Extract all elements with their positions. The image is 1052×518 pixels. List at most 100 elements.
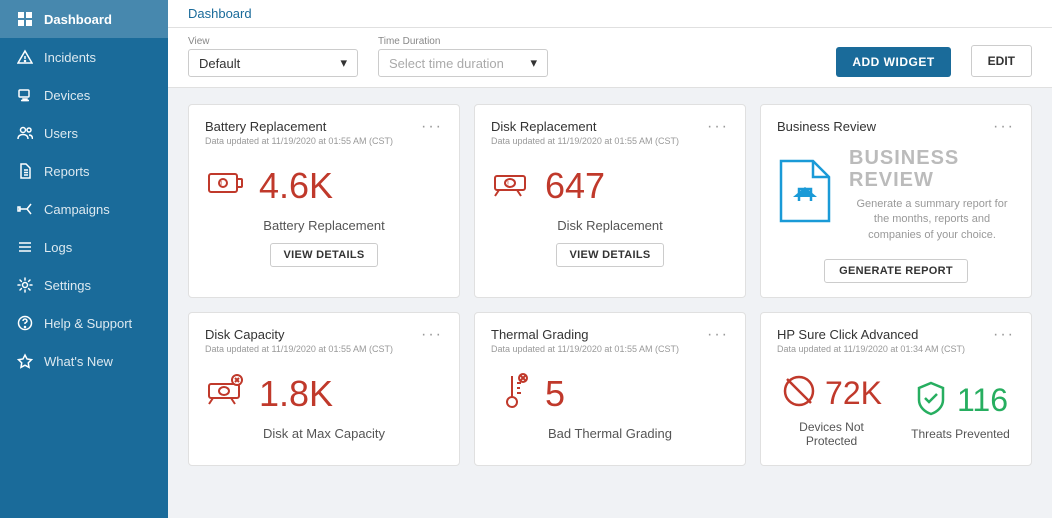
card-updated-disk-capacity: Data updated at 11/19/2020 at 01:55 AM (…: [205, 344, 393, 354]
view-value: Default: [199, 56, 240, 71]
sidebar-item-settings[interactable]: Settings: [0, 266, 168, 304]
metric-label-disk-capacity: Disk at Max Capacity: [205, 426, 443, 441]
add-widget-button[interactable]: ADD WIDGET: [836, 47, 950, 77]
sidebar-label-whats-new: What's New: [44, 354, 113, 369]
breadcrumb: Dashboard: [188, 6, 252, 21]
card-disk-capacity: Disk Capacity Data updated at 11/19/2020…: [188, 312, 460, 466]
sidebar-item-help[interactable]: Help & Support: [0, 304, 168, 342]
sidebar-item-incidents[interactable]: Incidents: [0, 38, 168, 76]
edit-button[interactable]: EDIT: [971, 45, 1032, 77]
campaigns-icon: [16, 200, 34, 218]
card-menu-battery[interactable]: ···: [421, 119, 443, 135]
metric-label-thermal: Bad Thermal Grading: [491, 426, 729, 441]
topbar: Dashboard: [168, 0, 1052, 28]
card-header-disk-capacity: Disk Capacity Data updated at 11/19/2020…: [205, 327, 443, 354]
card-updated-thermal: Data updated at 11/19/2020 at 01:55 AM (…: [491, 344, 679, 354]
card-menu-hp-sure-click[interactable]: ···: [993, 327, 1015, 343]
time-duration-label: Time Duration: [378, 36, 548, 47]
business-review-title: BUSINESS REVIEW: [849, 147, 1015, 191]
metric-label-disk-replacement: Disk Replacement: [491, 218, 729, 233]
card-updated-disk-replacement: Data updated at 11/19/2020 at 01:55 AM (…: [491, 136, 679, 146]
card-menu-disk-replacement[interactable]: ···: [707, 119, 729, 135]
card-header-business-review: Business Review ···: [777, 119, 1015, 135]
metric-value-devices-not-protected: 72K: [825, 375, 882, 412]
metric-value-battery: 4.6K: [259, 168, 333, 204]
card-header-thermal: Thermal Grading Data updated at 11/19/20…: [491, 327, 729, 354]
metric-battery: ! 4.6K: [205, 162, 443, 210]
metric-value-disk-capacity: 1.8K: [259, 376, 333, 412]
thermal-icon: [491, 370, 533, 418]
devices-icon: [16, 86, 34, 104]
metric-disk-replacement: ! 647: [491, 162, 729, 210]
sidebar-label-reports: Reports: [44, 164, 90, 179]
users-icon: [16, 124, 34, 142]
sidebar-item-devices[interactable]: Devices: [0, 76, 168, 114]
toolbar: View Default ▾ Time Duration Select time…: [168, 28, 1052, 88]
dashboard-content: Battery Replacement Data updated at 11/1…: [168, 88, 1052, 518]
card-title-business-review: Business Review: [777, 119, 876, 134]
svg-text:!: !: [507, 181, 509, 188]
dashboard-icon: [16, 10, 34, 28]
time-duration-placeholder: Select time duration: [389, 56, 504, 71]
view-details-button-battery[interactable]: VIEW DETAILS: [270, 243, 377, 267]
sidebar-item-users[interactable]: Users: [0, 114, 168, 152]
time-duration-select[interactable]: Select time duration ▾: [378, 49, 548, 77]
sidebar-label-users: Users: [44, 126, 78, 141]
card-title-disk-capacity: Disk Capacity: [205, 327, 393, 342]
main-content: Dashboard View Default ▾ Time Duration S…: [168, 0, 1052, 518]
disk-capacity-icon: [205, 370, 247, 418]
card-battery-replacement: Battery Replacement Data updated at 11/1…: [188, 104, 460, 298]
settings-icon: [16, 276, 34, 294]
card-menu-disk-capacity[interactable]: ···: [421, 327, 443, 343]
sidebar-label-settings: Settings: [44, 278, 91, 293]
threats-prevented-icon: [913, 380, 949, 421]
card-header-hp-sure-click: HP Sure Click Advanced Data updated at 1…: [777, 327, 1015, 354]
sidebar-item-logs[interactable]: Logs: [0, 228, 168, 266]
chevron-down-icon: ▾: [340, 55, 347, 71]
sidebar-item-campaigns[interactable]: Campaigns: [0, 190, 168, 228]
card-menu-business-review[interactable]: ···: [993, 119, 1015, 135]
time-duration-group: Time Duration Select time duration ▾: [378, 36, 548, 77]
card-menu-thermal[interactable]: ···: [707, 327, 729, 343]
generate-report-button[interactable]: GENERATE REPORT: [824, 259, 968, 283]
sidebar-item-whats-new[interactable]: What's New: [0, 342, 168, 380]
battery-icon: !: [205, 162, 247, 210]
sidebar-item-dashboard[interactable]: Dashboard: [0, 0, 168, 38]
chevron-down-icon-time: ▾: [530, 55, 537, 71]
card-header-disk-replacement: Disk Replacement Data updated at 11/19/2…: [491, 119, 729, 146]
view-details-button-disk-replacement[interactable]: VIEW DETAILS: [556, 243, 663, 267]
card-title-thermal: Thermal Grading: [491, 327, 679, 342]
sidebar-label-devices: Devices: [44, 88, 90, 103]
logs-icon: [16, 238, 34, 256]
cards-row-2: Disk Capacity Data updated at 11/19/2020…: [188, 312, 1032, 466]
business-review-doc-icon: [777, 159, 833, 232]
whats-new-icon: [16, 352, 34, 370]
help-icon: [16, 314, 34, 332]
card-disk-replacement: Disk Replacement Data updated at 11/19/2…: [474, 104, 746, 298]
view-select[interactable]: Default ▾: [188, 49, 358, 77]
metric-value-thermal: 5: [545, 376, 565, 412]
sidebar-item-reports[interactable]: Reports: [0, 152, 168, 190]
metric-value-threats-prevented: 116: [957, 382, 1008, 419]
card-updated-battery: Data updated at 11/19/2020 at 01:55 AM (…: [205, 136, 393, 146]
sidebar-label-incidents: Incidents: [44, 50, 96, 65]
sidebar-label-help: Help & Support: [44, 316, 132, 331]
reports-icon: [16, 162, 34, 180]
metric-value-disk-replacement: 647: [545, 168, 605, 204]
card-header-battery: Battery Replacement Data updated at 11/1…: [205, 119, 443, 146]
card-updated-hp-sure-click: Data updated at 11/19/2020 at 01:34 AM (…: [777, 344, 965, 354]
business-review-body: BUSINESS REVIEW Generate a summary repor…: [777, 139, 1015, 251]
card-title-hp-sure-click: HP Sure Click Advanced: [777, 327, 965, 342]
sidebar-label-logs: Logs: [44, 240, 72, 255]
incidents-icon: [16, 48, 34, 66]
sidebar: Dashboard Incidents Devices Users Report…: [0, 0, 168, 518]
cards-row-1: Battery Replacement Data updated at 11/1…: [188, 104, 1032, 298]
metric-thermal: 5: [491, 370, 729, 418]
business-review-desc: Generate a summary report for the months…: [849, 197, 1015, 243]
devices-not-protected-icon: [781, 373, 817, 414]
metric-label-devices-not-protected: Devices Not Protected: [777, 420, 886, 448]
svg-text:!: !: [220, 180, 222, 189]
card-hp-sure-click: HP Sure Click Advanced Data updated at 1…: [760, 312, 1032, 466]
card-title-disk-replacement: Disk Replacement: [491, 119, 679, 134]
metric-disk-capacity: 1.8K: [205, 370, 443, 418]
